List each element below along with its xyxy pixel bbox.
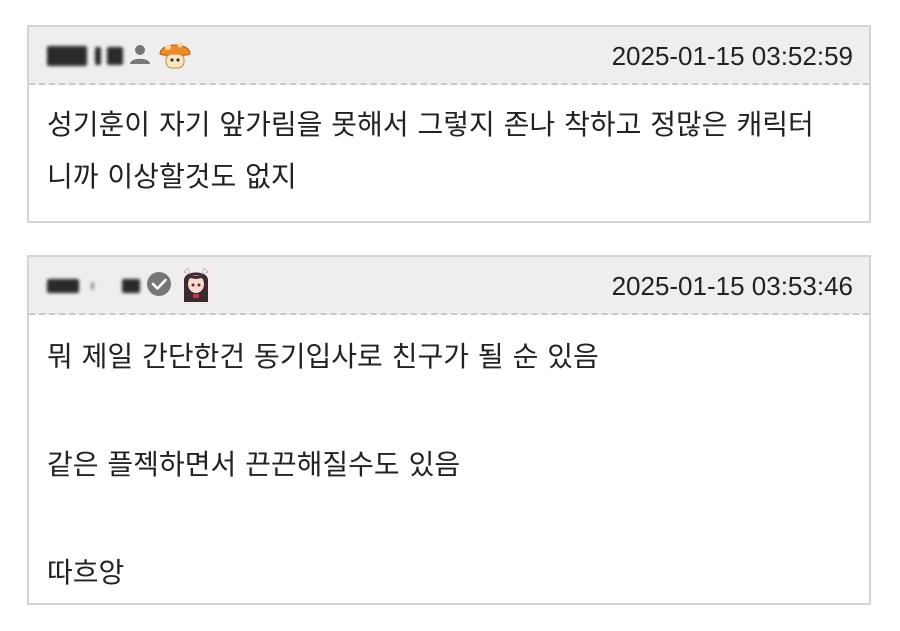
anime-girl-avatar-icon: [178, 266, 214, 306]
comment-card: 2025-01-15 03:52:59 성기훈이 자기 앞가림을 못해서 그렇지…: [27, 25, 871, 223]
comment-header: 2025-01-15 03:53:46: [29, 257, 869, 315]
comment-body: 뭐 제일 간단한건 동기입사로 친구가 될 순 있음 같은 플젝하면서 끈끈해질…: [47, 340, 599, 589]
comment-timestamp: 2025-01-15 03:52:59: [611, 41, 853, 71]
comment-card: 2025-01-15 03:53:46 뭐 제일 간단한건 동기입사로 친구가 …: [27, 255, 871, 605]
comment-body: 성기훈이 자기 앞가림을 못해서 그렇지 존나 착하고 정많은 캐릭터 니까 이…: [47, 108, 814, 193]
mushroom-avatar-icon: [157, 36, 193, 76]
comment-header: 2025-01-15 03:52:59: [29, 27, 869, 85]
redacted-nickname-part: [91, 282, 94, 290]
author-info[interactable]: [47, 266, 214, 306]
redacted-nickname-part: [95, 47, 101, 65]
verified-check-icon: [146, 271, 172, 301]
comment-timestamp: 2025-01-15 03:53:46: [611, 271, 853, 301]
redacted-nickname: [47, 279, 79, 293]
author-info[interactable]: [47, 39, 193, 73]
redacted-nickname-part: [122, 279, 140, 293]
redacted-nickname: [47, 46, 87, 66]
redacted-nickname-part: [107, 47, 123, 65]
user-icon: [129, 43, 151, 69]
